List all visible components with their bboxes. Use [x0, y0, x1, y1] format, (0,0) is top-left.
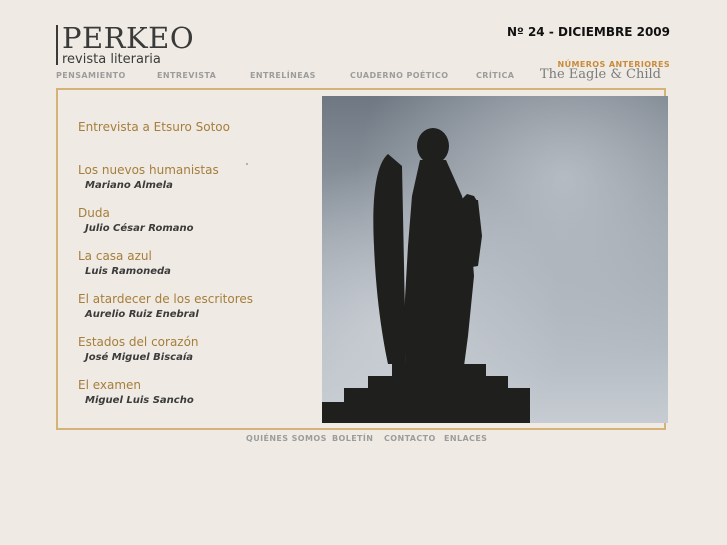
- footer-link-boletin[interactable]: BOLETÍN: [332, 434, 373, 443]
- eagle-and-child-link[interactable]: The Eagle & Child: [540, 67, 661, 82]
- list-item: El atardecer de los escritores Aurelio R…: [78, 292, 253, 322]
- nav-cuaderno-poetico[interactable]: CUADERNO POÉTICO: [350, 71, 449, 80]
- article-author: Miguel Luis Sancho: [85, 395, 194, 406]
- issue-number: Nº 24 - DICIEMBRE 2009: [506, 25, 670, 39]
- site-title[interactable]: PERKEO: [62, 22, 194, 54]
- article-title[interactable]: Estados del corazón: [78, 335, 199, 350]
- nav-critica[interactable]: CRÍTICA: [476, 71, 514, 80]
- list-item: La casa azul Luis Ramoneda: [78, 249, 171, 279]
- article-title[interactable]: El atardecer de los escritores: [78, 292, 253, 307]
- footer-link-contacto[interactable]: CONTACTO: [384, 434, 436, 443]
- article-author: Luis Ramoneda: [85, 266, 171, 277]
- footer-link-quienes-somos[interactable]: QUIÉNES SOMOS: [246, 434, 327, 443]
- article-author: José Miguel Biscaía: [85, 352, 194, 363]
- nav-entrevista[interactable]: ENTREVISTA: [157, 71, 216, 80]
- cover-photo-angel-statue: [322, 96, 668, 423]
- article-title[interactable]: La casa azul: [78, 249, 171, 264]
- list-item: Los nuevos humanistas Mariano Almela: [78, 163, 219, 193]
- featured-interview-link[interactable]: Entrevista a Etsuro Sotoo: [78, 120, 318, 134]
- article-title[interactable]: Duda: [78, 206, 194, 221]
- table-of-contents: Entrevista a Etsuro Sotoo Los nuevos hum…: [78, 120, 318, 406]
- logo-rule: [56, 25, 58, 65]
- list-item: Estados del corazón José Miguel Biscaía: [78, 335, 199, 365]
- article-title[interactable]: El examen: [78, 378, 194, 393]
- statue-silhouette-image: [322, 96, 668, 423]
- site-subtitle: revista literaria: [62, 52, 161, 67]
- footer-link-enlaces[interactable]: ENLACES: [444, 434, 487, 443]
- article-author: Aurelio Ruiz Enebral: [85, 309, 199, 320]
- list-item: Duda Julio César Romano: [78, 206, 194, 236]
- article-title[interactable]: Los nuevos humanistas: [78, 163, 219, 178]
- nav-pensamiento[interactable]: PENSAMIENTO: [56, 71, 126, 80]
- content-frame: Entrevista a Etsuro Sotoo Los nuevos hum…: [56, 88, 668, 430]
- list-item: El examen Miguel Luis Sancho: [78, 378, 194, 408]
- nav-entrelineas[interactable]: ENTRELÍNEAS: [250, 71, 316, 80]
- article-author: Julio César Romano: [85, 223, 194, 234]
- article-author: Mariano Almela: [85, 180, 173, 191]
- decorative-dot: [246, 163, 248, 165]
